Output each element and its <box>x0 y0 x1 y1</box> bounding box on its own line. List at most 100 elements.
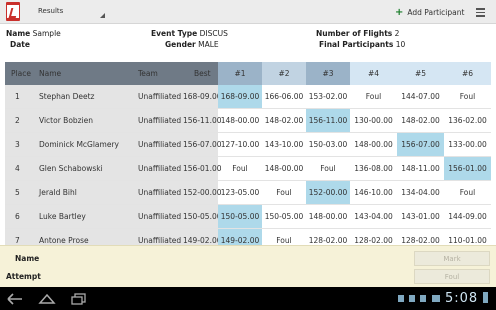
cell-attempt-5[interactable]: 156-07.00 <box>397 133 444 156</box>
col-header-attempt-4: #4 <box>367 69 380 78</box>
table-row[interactable]: 3 Dominick McGlamery Unaffiliated 156-07.00… <box>5 133 491 157</box>
cell-attempt-2[interactable]: 166-06.00 <box>262 85 306 108</box>
cell-name: Jerald Bihl <box>39 188 77 197</box>
gender: Gender MALE <box>165 40 219 49</box>
panel-name-label: Name <box>15 254 40 263</box>
cell-best: 156-01.00 <box>183 164 222 173</box>
final-participants: Final Participants 10 <box>319 40 405 49</box>
flights-value: 2 <box>394 29 400 38</box>
entry-panel: Name Attempt Mark Foul <box>0 245 496 287</box>
cell-attempt-4[interactable]: Foul <box>350 85 397 108</box>
col-header-team: Team <box>138 69 158 78</box>
event-type: Event Type DISCUS <box>151 29 228 38</box>
mark-button[interactable]: Mark <box>414 251 490 266</box>
cell-place: 2 <box>15 116 20 125</box>
cell-attempt-3[interactable]: 148-00.00 <box>306 205 350 228</box>
cell-attempt-2[interactable]: 148-00.00 <box>262 157 306 180</box>
cell-place: 6 <box>15 212 20 221</box>
cell-best: 150-05.00 <box>183 212 222 221</box>
table-row[interactable]: 4 Glen Schabowski Unaffiliated 156-01.00 Fou… <box>5 157 491 181</box>
cell-attempt-6[interactable]: 156-01.00 <box>444 157 491 180</box>
cell-attempt-2[interactable]: 148-02.00 <box>262 109 306 132</box>
cell-attempt-1[interactable]: 123-05.00 <box>218 181 262 204</box>
recent-apps-icon[interactable] <box>70 291 88 305</box>
cell-name: Stephan Deetz <box>39 92 95 101</box>
cell-best: 156-07.00 <box>183 140 222 149</box>
cell-attempt-5[interactable]: 134-04.00 <box>397 181 444 204</box>
cell-attempt-6[interactable]: 136-02.00 <box>444 109 491 132</box>
cell-attempt-3[interactable]: 152-00.00 <box>306 181 350 204</box>
cell-attempt-6[interactable]: Foul <box>444 181 491 204</box>
foul-button[interactable]: Foul <box>414 269 490 284</box>
table-row[interactable]: 1 Stephan Deetz Unaffiliated 168-09.00 168-0… <box>5 85 491 109</box>
cell-name: Victor Bobzien <box>39 116 94 125</box>
cell-place: 3 <box>15 140 20 149</box>
col-header-attempt-3: #3 <box>322 69 334 78</box>
cell-place: 1 <box>15 92 20 101</box>
notification-icon <box>409 295 415 302</box>
cell-team: Unaffiliated <box>138 164 182 173</box>
cell-attempt-1[interactable]: 150-05.00 <box>218 205 262 228</box>
back-icon[interactable] <box>6 291 24 305</box>
cell-name: Dominick McGlamery <box>39 140 119 149</box>
cell-attempt-1[interactable]: 127-10.00 <box>218 133 262 156</box>
cell-attempt-5[interactable]: 144-07.00 <box>397 85 444 108</box>
col-header-best: Best <box>194 69 211 78</box>
home-icon[interactable] <box>38 291 56 305</box>
cell-attempt-6[interactable]: Foul <box>444 85 491 108</box>
table-row[interactable]: 6 Luke Bartley Unaffiliated 150-05.00 150-05… <box>5 205 491 229</box>
panel-attempt-label: Attempt <box>6 272 41 281</box>
battery-icon <box>483 292 488 303</box>
col-header-name: Name <box>39 69 62 78</box>
cell-attempt-2[interactable]: 150-05.00 <box>262 205 306 228</box>
cell-attempt-2[interactable]: 143-10.00 <box>262 133 306 156</box>
cell-name: Luke Bartley <box>39 212 86 221</box>
action-bar: Results + Add Participant <box>0 0 496 24</box>
add-participant-button[interactable]: + Add Participant <box>395 5 464 19</box>
cell-attempt-3[interactable]: 150-03.00 <box>306 133 350 156</box>
cell-attempt-3[interactable]: Foul <box>306 157 350 180</box>
cell-attempt-5[interactable]: 148-11.00 <box>397 157 444 180</box>
app-logo-icon[interactable] <box>6 2 20 21</box>
cell-attempt-3[interactable]: 153-02.00 <box>306 85 350 108</box>
cell-attempt-4[interactable]: 136-08.00 <box>350 157 397 180</box>
cell-place: 5 <box>15 188 20 197</box>
clock: 5:08 <box>445 291 479 306</box>
name-label: Name <box>6 29 31 38</box>
notification-icon <box>398 295 404 302</box>
system-nav-bar: 5:08 <box>0 287 496 310</box>
cell-team: Unaffiliated <box>138 188 182 197</box>
cell-team: Unaffiliated <box>138 92 182 101</box>
cell-attempt-4[interactable]: 148-00.00 <box>350 133 397 156</box>
cell-attempt-4[interactable]: 130-00.00 <box>350 109 397 132</box>
cell-best: 156-11.00 <box>183 116 222 125</box>
name-value: Sample <box>32 29 61 38</box>
cell-team: Unaffiliated <box>138 140 182 149</box>
event-type-label: Event Type <box>151 29 198 38</box>
cell-attempt-1[interactable]: 148-00.00 <box>218 109 262 132</box>
gender-value: MALE <box>198 40 219 49</box>
wifi-icon <box>432 295 440 302</box>
usb-icon <box>420 295 426 302</box>
cell-attempt-6[interactable]: 144-09.00 <box>444 205 491 228</box>
cell-attempt-2[interactable]: Foul <box>262 181 306 204</box>
overflow-menu-icon[interactable] <box>470 4 490 20</box>
cell-attempt-1[interactable]: Foul <box>218 157 262 180</box>
cell-best: 152-00.00 <box>183 188 222 197</box>
table-row[interactable]: 2 Victor Bobzien Unaffiliated 156-11.00 148-… <box>5 109 491 133</box>
cell-attempt-1[interactable]: 168-09.00 <box>218 85 262 108</box>
cell-attempt-5[interactable]: 143-01.00 <box>397 205 444 228</box>
results-spinner[interactable]: Results <box>33 4 107 20</box>
spinner-arrow-icon <box>100 13 105 18</box>
gender-label: Gender <box>165 40 196 49</box>
cell-attempt-4[interactable]: 146-10.00 <box>350 181 397 204</box>
cell-best: 168-09.00 <box>183 92 222 101</box>
table-row[interactable]: 5 Jerald Bihl Unaffiliated 152-00.00 123-05.… <box>5 181 491 205</box>
col-header-attempt-6: #6 <box>461 69 474 78</box>
cell-attempt-4[interactable]: 143-04.00 <box>350 205 397 228</box>
spinner-label: Results <box>38 7 64 15</box>
cell-attempt-5[interactable]: 148-02.00 <box>397 109 444 132</box>
add-participant-label: Add Participant <box>407 7 465 17</box>
cell-attempt-3[interactable]: 156-11.00 <box>306 109 350 132</box>
cell-attempt-6[interactable]: 133-00.00 <box>444 133 491 156</box>
